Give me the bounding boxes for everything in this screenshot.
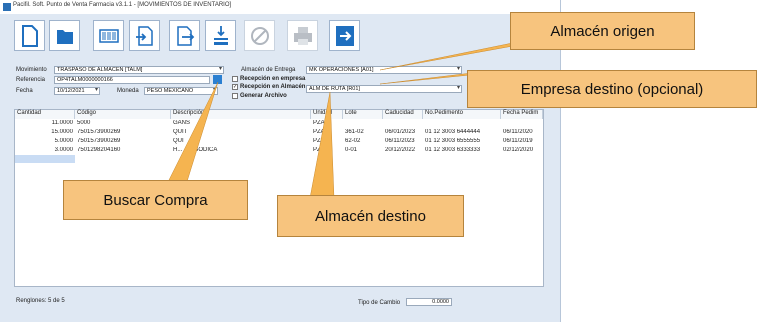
arrow-buscar-compra [164, 81, 219, 189]
callout-buscar-compra: Buscar Compra [63, 180, 248, 220]
callout-empresa-destino: Empresa destino (opcional) [467, 70, 757, 108]
callout-almacen-origen: Almacén origen [510, 12, 695, 50]
arrow-almacen-destino [309, 91, 335, 199]
callout-almacen-destino: Almacén destino [277, 195, 464, 237]
